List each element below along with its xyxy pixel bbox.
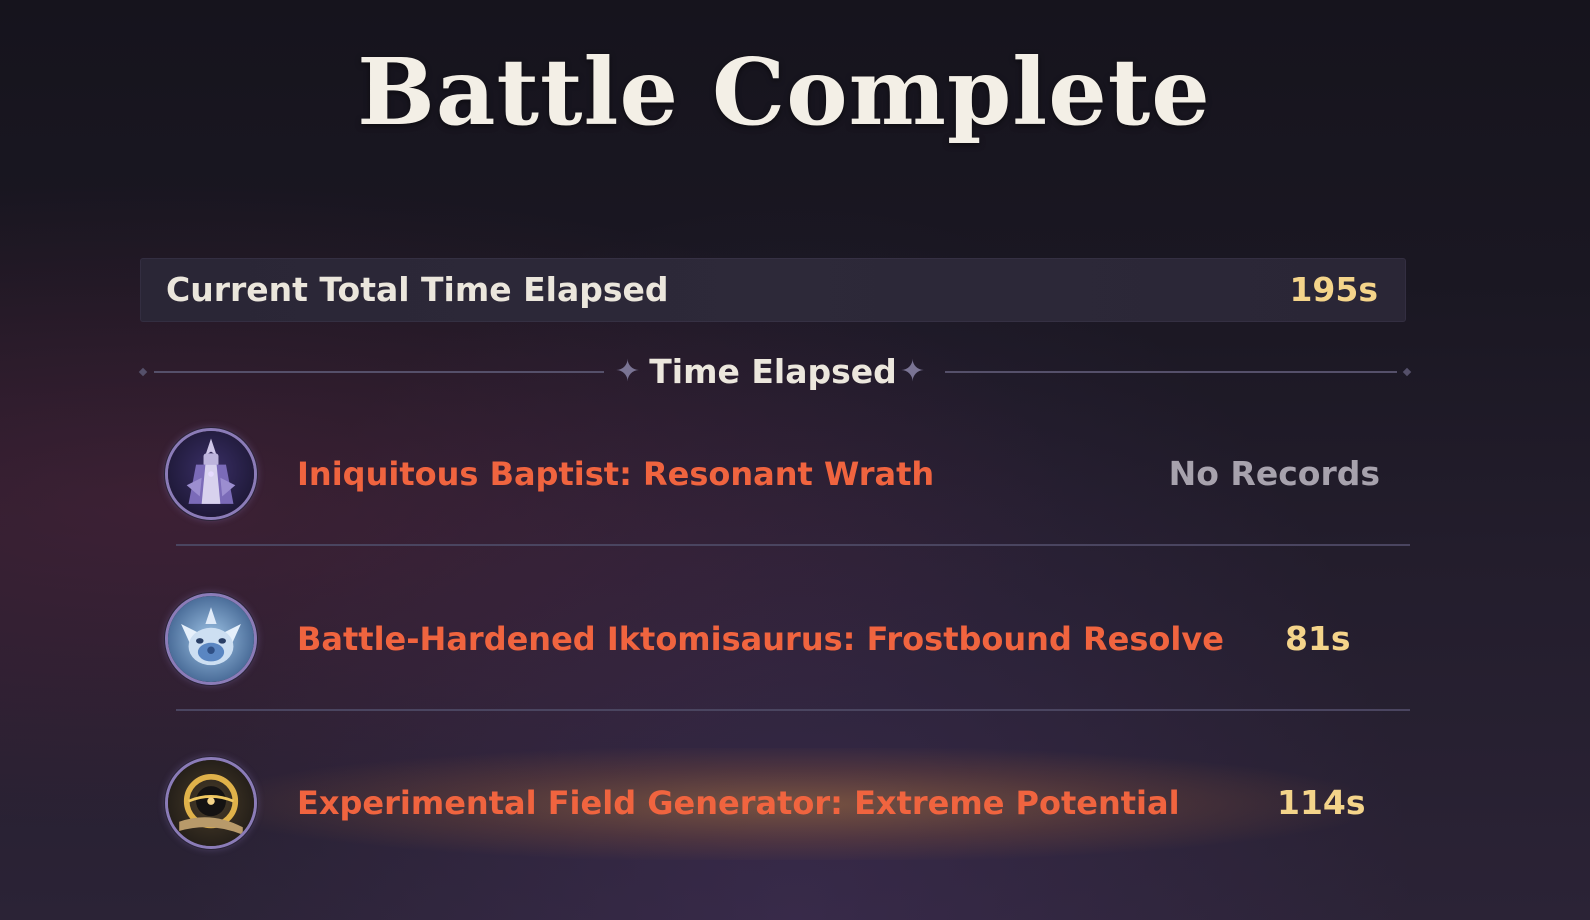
iniquitous-baptist-icon — [165, 428, 257, 520]
sparkle-icon: ✦ — [900, 354, 926, 389]
total-time-value: 195s — [1289, 270, 1378, 309]
record-row: Battle-Hardened Iktomisaurus: Frostbound… — [165, 583, 1410, 685]
screen-title: Battle Complete — [357, 38, 1211, 146]
record-time: 81s — [1285, 619, 1351, 658]
record-time: No Records — [1168, 454, 1380, 493]
divider-line — [945, 371, 1397, 373]
boss-name: Iniquitous Baptist: Resonant Wrath — [297, 455, 935, 493]
boss-name: Experimental Field Generator: Extreme Po… — [297, 784, 1180, 822]
iktomisaurus-icon — [165, 593, 257, 685]
boss-name: Battle-Hardened Iktomisaurus: Frostbound… — [297, 620, 1224, 658]
total-time-label: Current Total Time Elapsed — [166, 270, 669, 309]
total-time-bar: Current Total Time Elapsed 195s — [140, 258, 1406, 322]
record-time: 114s — [1277, 783, 1366, 822]
row-separator — [176, 544, 1410, 546]
record-row: Experimental Field Generator: Extreme Po… — [165, 747, 1410, 849]
field-generator-icon — [165, 757, 257, 849]
row-separator — [176, 709, 1410, 711]
record-row: Iniquitous Baptist: Resonant Wrath No Re… — [165, 418, 1410, 520]
section-divider: ✦ Time Elapsed ✦ — [138, 350, 1412, 394]
